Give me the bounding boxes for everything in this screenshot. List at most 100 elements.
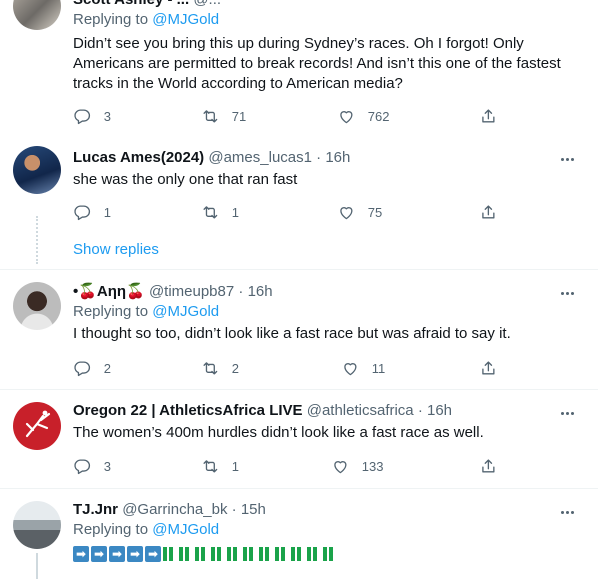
tweet-header: Scott Ashley - ... @... (73, 0, 582, 10)
green-bars-emoji-icon (275, 547, 289, 561)
retweet-count: 1 (231, 204, 239, 220)
separator: · (417, 402, 423, 419)
like-count: 75 (367, 204, 383, 220)
green-bars-emoji-icon (307, 547, 321, 561)
tweet[interactable]: TJ.Jnr @Garrincha_bk · 15h Replying to @… (0, 489, 598, 579)
tweet[interactable]: •🍒Aηη🍒 @timeupb87 · 16h Replying to @MJG… (0, 270, 598, 390)
share-button[interactable] (479, 358, 498, 378)
green-bars-emoji-icon (323, 547, 337, 561)
tweet-text: The women’s 400m hurdles didn’t look lik… (73, 424, 484, 441)
right-arrow-emoji-icon: ➡ (73, 546, 89, 562)
tweet-actions: 3 1 133 (73, 456, 503, 476)
timestamp[interactable]: 15h (241, 501, 266, 518)
reply-icon (74, 459, 90, 474)
tweet-text: I thought so too, didn’t look like a fas… (73, 325, 511, 342)
display-name[interactable]: Oregon 22 | AthleticsAfrica LIVE (73, 402, 303, 419)
like-button[interactable]: 75 (337, 202, 382, 222)
retweet-button[interactable]: 2 (201, 358, 239, 378)
tweet-actions: 1 1 75 (73, 202, 503, 222)
reply-button[interactable]: 3 (73, 106, 111, 126)
like-button[interactable]: 133 (331, 456, 383, 476)
tweet-text: she was the only one that ran fast (73, 171, 298, 188)
retweet-count: 71 (231, 108, 247, 124)
replying-to: Replying to @MJGold (73, 303, 220, 320)
reply-count: 3 (103, 458, 111, 474)
timestamp[interactable]: 16h (427, 402, 452, 419)
avatar[interactable] (13, 501, 61, 549)
handle[interactable]: @... (193, 0, 221, 8)
share-icon (482, 109, 495, 123)
retweet-button[interactable]: 71 (201, 106, 246, 126)
share-button[interactable] (479, 202, 498, 222)
reply-button[interactable]: 1 (73, 202, 111, 222)
avatar[interactable] (13, 282, 61, 330)
retweet-count: 2 (231, 360, 239, 376)
retweet-icon (203, 205, 218, 219)
tweet-header: Oregon 22 | AthleticsAfrica LIVE @athlet… (73, 401, 582, 421)
separator: · (316, 149, 322, 166)
mention-link[interactable]: @MJGold (152, 303, 219, 320)
reply-icon (74, 361, 90, 376)
athletics-logo (25, 410, 51, 438)
like-button[interactable]: 11 (341, 358, 385, 378)
reply-button[interactable]: 3 (73, 456, 111, 476)
green-bars-emoji-icon (291, 547, 305, 561)
green-bars-emoji-icon (211, 547, 225, 561)
tweet[interactable]: Scott Ashley - ... @... Replying to @MJG… (0, 0, 598, 132)
tweet-actions: 2 2 11 (73, 358, 503, 378)
separator: · (231, 501, 237, 518)
retweet-icon (203, 361, 218, 375)
mention-link[interactable]: @MJGold (152, 521, 219, 538)
retweet-button[interactable]: 1 (201, 202, 239, 222)
green-bars-emoji-icon (179, 547, 193, 561)
timestamp[interactable]: 16h (325, 149, 350, 166)
avatar[interactable] (13, 146, 61, 194)
display-name[interactable]: •🍒Aηη🍒 (73, 283, 145, 300)
display-name[interactable]: Scott Ashley - ... (73, 0, 189, 8)
retweet-count: 1 (231, 458, 239, 474)
retweet-button[interactable]: 1 (201, 456, 239, 476)
green-bars-emoji-icon (163, 547, 177, 561)
handle[interactable]: @Garrincha_bk (122, 501, 227, 518)
like-button[interactable]: 762 (337, 106, 389, 126)
green-bars-emoji-icon (259, 547, 273, 561)
timestamp[interactable]: 16h (248, 283, 273, 300)
share-icon (482, 205, 495, 219)
handle[interactable]: @athleticsafrica (307, 402, 414, 419)
heart-icon (344, 362, 357, 375)
like-count: 762 (367, 108, 390, 124)
share-button[interactable] (479, 456, 498, 476)
avatar[interactable] (13, 0, 61, 30)
handle[interactable]: @ames_lucas1 (208, 149, 312, 166)
tweet-text: Didn’t see you bring this up during Sydn… (73, 35, 561, 92)
thread-connector (36, 216, 38, 264)
tweet-actions: 3 71 762 (73, 106, 503, 126)
display-name[interactable]: TJ.Jnr (73, 501, 118, 518)
share-button[interactable] (479, 106, 498, 126)
heart-icon (334, 460, 347, 473)
mention-link[interactable]: @MJGold (152, 11, 219, 28)
like-count: 11 (371, 360, 386, 376)
replying-to: Replying to @MJGold (73, 11, 220, 28)
reply-count: 3 (103, 108, 111, 124)
tweet-header: TJ.Jnr @Garrincha_bk · 15h (73, 500, 582, 520)
reply-icon (74, 109, 90, 124)
reply-button[interactable]: 2 (73, 358, 111, 378)
tweet[interactable]: Oregon 22 | AthleticsAfrica LIVE @athlet… (0, 390, 598, 490)
show-replies-link[interactable]: Show replies (73, 240, 159, 260)
thread-connector (36, 553, 38, 579)
tweet[interactable]: Lucas Ames(2024) @ames_lucas1 · 16h she … (0, 132, 598, 270)
avatar[interactable] (13, 402, 61, 450)
tweet-header: •🍒Aηη🍒 @timeupb87 · 16h (73, 282, 582, 302)
right-arrow-emoji-icon: ➡ (91, 546, 107, 562)
separator: · (238, 283, 244, 300)
like-count: 133 (361, 458, 384, 474)
retweet-icon (203, 109, 218, 123)
handle[interactable]: @timeupb87 (149, 283, 234, 300)
right-arrow-emoji-icon: ➡ (127, 546, 143, 562)
retweet-icon (203, 459, 218, 473)
reply-count: 1 (103, 204, 111, 220)
tweet-emoji-text: ➡ ➡ ➡ ➡ ➡ (73, 544, 582, 564)
display-name[interactable]: Lucas Ames(2024) (73, 149, 204, 166)
tweet-header: Lucas Ames(2024) @ames_lucas1 · 16h (73, 148, 582, 168)
